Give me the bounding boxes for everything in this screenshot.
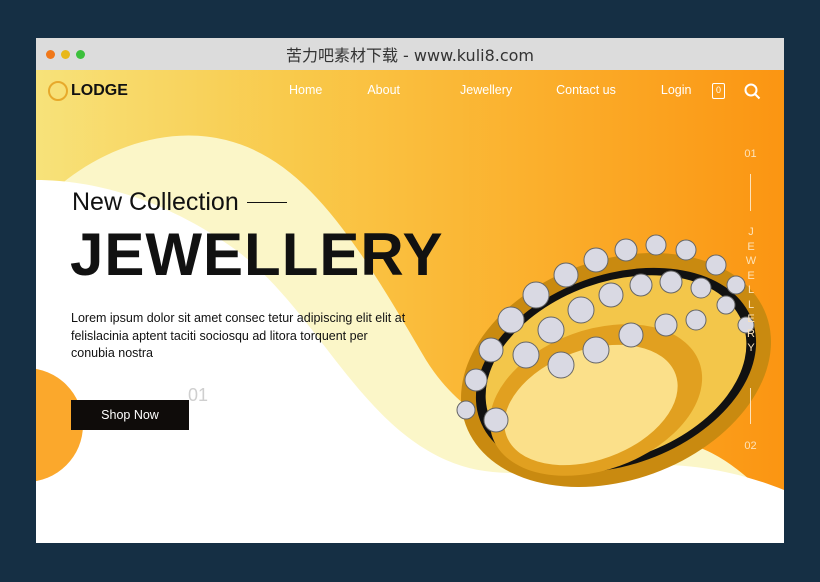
- hero-section: LODGE Home About Jewellery Contact us Lo…: [36, 70, 784, 543]
- cart-count: 0: [715, 85, 721, 95]
- search-icon[interactable]: [744, 83, 761, 100]
- vertical-label: JEWELLERY: [745, 226, 757, 354]
- window-title: 苦力吧素材下载 - www.kuli8.com: [285, 46, 535, 65]
- nav-jewellery[interactable]: Jewellery: [460, 83, 512, 97]
- logo-text: LODGE: [71, 82, 128, 99]
- nav-login[interactable]: Login: [661, 83, 692, 97]
- shopping-bag-icon[interactable]: 0: [712, 83, 725, 99]
- minimize-button[interactable]: [61, 50, 70, 59]
- hero-title: JEWELLERY: [70, 221, 444, 288]
- nav-about[interactable]: About: [367, 83, 400, 97]
- hero-description: Lorem ipsum dolor sit amet consec tetur …: [71, 311, 406, 360]
- slide-number: 01: [188, 385, 209, 405]
- nav-home[interactable]: Home: [289, 83, 322, 97]
- close-button[interactable]: [46, 50, 55, 59]
- slide-top-number[interactable]: 01: [738, 148, 763, 160]
- shop-now-button[interactable]: Shop Now: [71, 400, 189, 430]
- wave-background: [36, 70, 784, 543]
- hero-subtitle: New Collection: [72, 188, 287, 217]
- maximize-button[interactable]: [76, 50, 85, 59]
- nav-contact[interactable]: Contact us: [556, 83, 616, 97]
- divider: [750, 174, 751, 211]
- top-nav: LODGE Home About Jewellery Contact us Lo…: [36, 70, 784, 112]
- title-bar: 苦力吧素材下载 - www.kuli8.com: [36, 38, 784, 70]
- ring-logo-icon: [48, 81, 68, 101]
- browser-window: 苦力吧素材下载 - www.kuli8.com LODGE Home About…: [36, 38, 784, 543]
- slide-bottom-number[interactable]: 02: [738, 440, 763, 452]
- logo[interactable]: LODGE: [48, 81, 128, 101]
- divider: [750, 388, 751, 424]
